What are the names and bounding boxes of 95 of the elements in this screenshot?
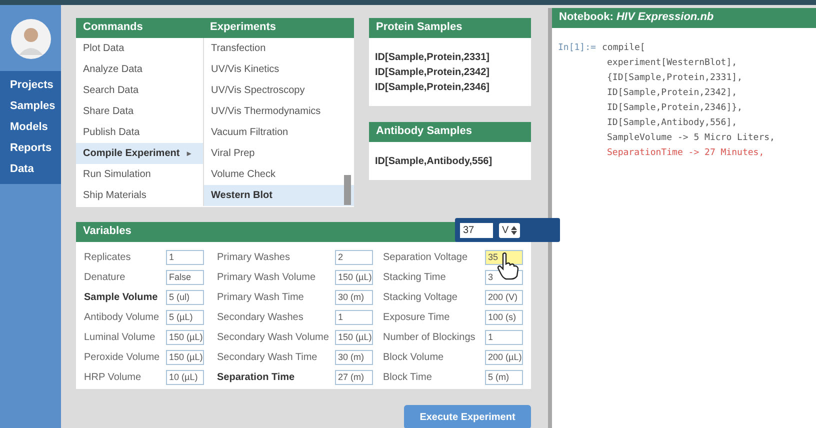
notebook-label: Notebook: [559,11,614,23]
variable-field[interactable]: 200 (V) [485,290,523,304]
nav-item[interactable]: Reports [0,138,61,159]
code-line: ID[Sample,Protein,2346]}, [607,102,742,115]
code-line: compile[ [602,42,646,55]
menu-item[interactable]: Compile Experiment ▸ [76,143,203,164]
variable-label: Secondary Wash Time [217,352,318,362]
menu-item[interactable]: Plot Data [76,38,203,59]
variable-label: Peroxide Volume [84,352,161,362]
sample-id: ID[Sample,Antibody,556] [375,155,494,169]
menu-item[interactable]: Ship Materials [76,185,203,206]
avatar-icon [10,19,50,59]
panel-header: Commands [76,18,203,38]
input-prompt: In[1]:= [558,42,597,55]
variable-label: Separation Voltage [383,252,469,262]
value-field[interactable]: 37 [460,222,493,238]
variable-field[interactable]: 150 (µL) [335,330,373,344]
variable-label: Luminal Volume [84,332,156,342]
sample-id: ID[Sample,Protein,2342] [375,66,490,80]
variable-label: Antibody Volume [84,312,160,322]
code-line: SampleVolume -> 5 Micro Liters, [607,132,775,145]
menu-item[interactable]: Viral Prep [203,143,354,164]
nav-item[interactable]: Models [0,117,61,138]
variable-label: Exposure Time [383,312,451,322]
menu-item-label: Share Data [83,105,134,119]
variable-label: Block Volume [383,352,445,362]
menu-item-label: Compile Experiment [83,147,180,161]
notebook-name: HIV Expression.nb [616,11,714,23]
variable-field[interactable]: 1 [485,330,523,344]
code-line: experiment[WesternBlot], [607,57,738,70]
code-line: ID[Sample,Protein,2342], [607,87,738,100]
menu-item[interactable]: Share Data [76,101,203,122]
menu-item-label: Plot Data [83,42,124,56]
variable-label: Primary Washes [217,252,291,262]
spinner-icon [510,226,517,234]
menu-item[interactable]: Transfection [203,38,354,59]
unit-select[interactable]: V [499,222,520,238]
variable-label: Block Time [383,372,433,382]
menu-item[interactable]: Vacuum Filtration [203,122,354,143]
variable-field[interactable]: 27 (m) [335,370,373,384]
variable-field[interactable]: 1 [166,250,204,264]
nav-item[interactable]: Projects [0,75,61,96]
variable-field[interactable]: 2 [335,250,373,264]
panel-header: Antibody Samples [369,122,531,142]
variable-label: Stacking Voltage [383,292,458,302]
menu-item[interactable]: UV/Vis Kinetics [203,59,354,80]
variable-label: Secondary Wash Volume [217,332,330,342]
variable-field[interactable]: 30 (m) [335,290,373,304]
menu-item[interactable]: Run Simulation [76,164,203,185]
sample-id: ID[Sample,Protein,2346] [375,81,490,95]
variable-label: Primary Wash Volume [217,272,317,282]
scrollbar[interactable] [344,175,351,205]
menu-item[interactable]: Western Blot [203,185,354,206]
code-line: SeparationTime -> 27 Minutes, [607,147,764,160]
variable-field[interactable]: 5 (µL) [166,310,204,324]
variable-field[interactable]: 10 (µL) [166,370,204,384]
panel-header: Protein Samples [369,18,531,38]
nav-item[interactable]: Data [0,159,61,180]
menu-item-label: Ship Materials [83,189,146,203]
menu-item[interactable]: UV/Vis Spectroscopy [203,80,354,101]
variable-label: Denature [84,272,126,282]
variable-field[interactable]: False [166,270,204,284]
menu-item[interactable]: Publish Data [76,122,203,143]
variable-field[interactable]: 150 (µL) [166,350,204,364]
menu-item[interactable]: UV/Vis Thermodynamics [203,101,354,122]
variable-label: Separation Time [217,372,296,382]
menu-item[interactable]: Search Data [76,80,203,101]
variable-label: Replicates [84,252,132,262]
menu-item[interactable]: Analyze Data [76,59,203,80]
submenu-arrow-icon: ▸ [187,143,191,164]
panel-header: Experiments [203,18,354,38]
variable-field[interactable]: 150 (µL) [166,330,204,344]
variable-label: Secondary Washes [217,312,304,322]
variable-field[interactable]: 35 [485,250,523,264]
variable-field[interactable]: 5 (ul) [166,290,204,304]
variable-label: Number of Blockings [383,332,476,342]
variable-field[interactable]: 1 [335,310,373,324]
menu-item-label: Run Simulation [83,168,151,182]
menu-item-label: Search Data [83,84,139,98]
variable-field[interactable]: 150 (µL) [335,270,373,284]
variable-label: Primary Wash Time [217,292,305,302]
menu-item-label: Analyze Data [83,63,142,77]
variable-label: Sample Volume [84,292,159,302]
variable-label: Stacking Time [383,272,447,282]
code-line: ID[Sample,Antibody,556], [607,117,738,130]
code-line: {ID[Sample,Protein,2331], [607,72,742,85]
variable-field[interactable]: 100 (s) [485,310,523,324]
sample-id: ID[Sample,Protein,2331] [375,51,490,65]
hand-cursor-icon [497,252,519,280]
variable-field[interactable]: 200 (µL) [485,350,523,364]
menu-item-label: Publish Data [83,126,140,140]
variable-field[interactable]: 30 (m) [335,350,373,364]
nav-item[interactable]: Samples [0,96,61,117]
variable-field[interactable]: 5 (m) [485,370,523,384]
variable-label: HRP Volume [84,372,142,382]
